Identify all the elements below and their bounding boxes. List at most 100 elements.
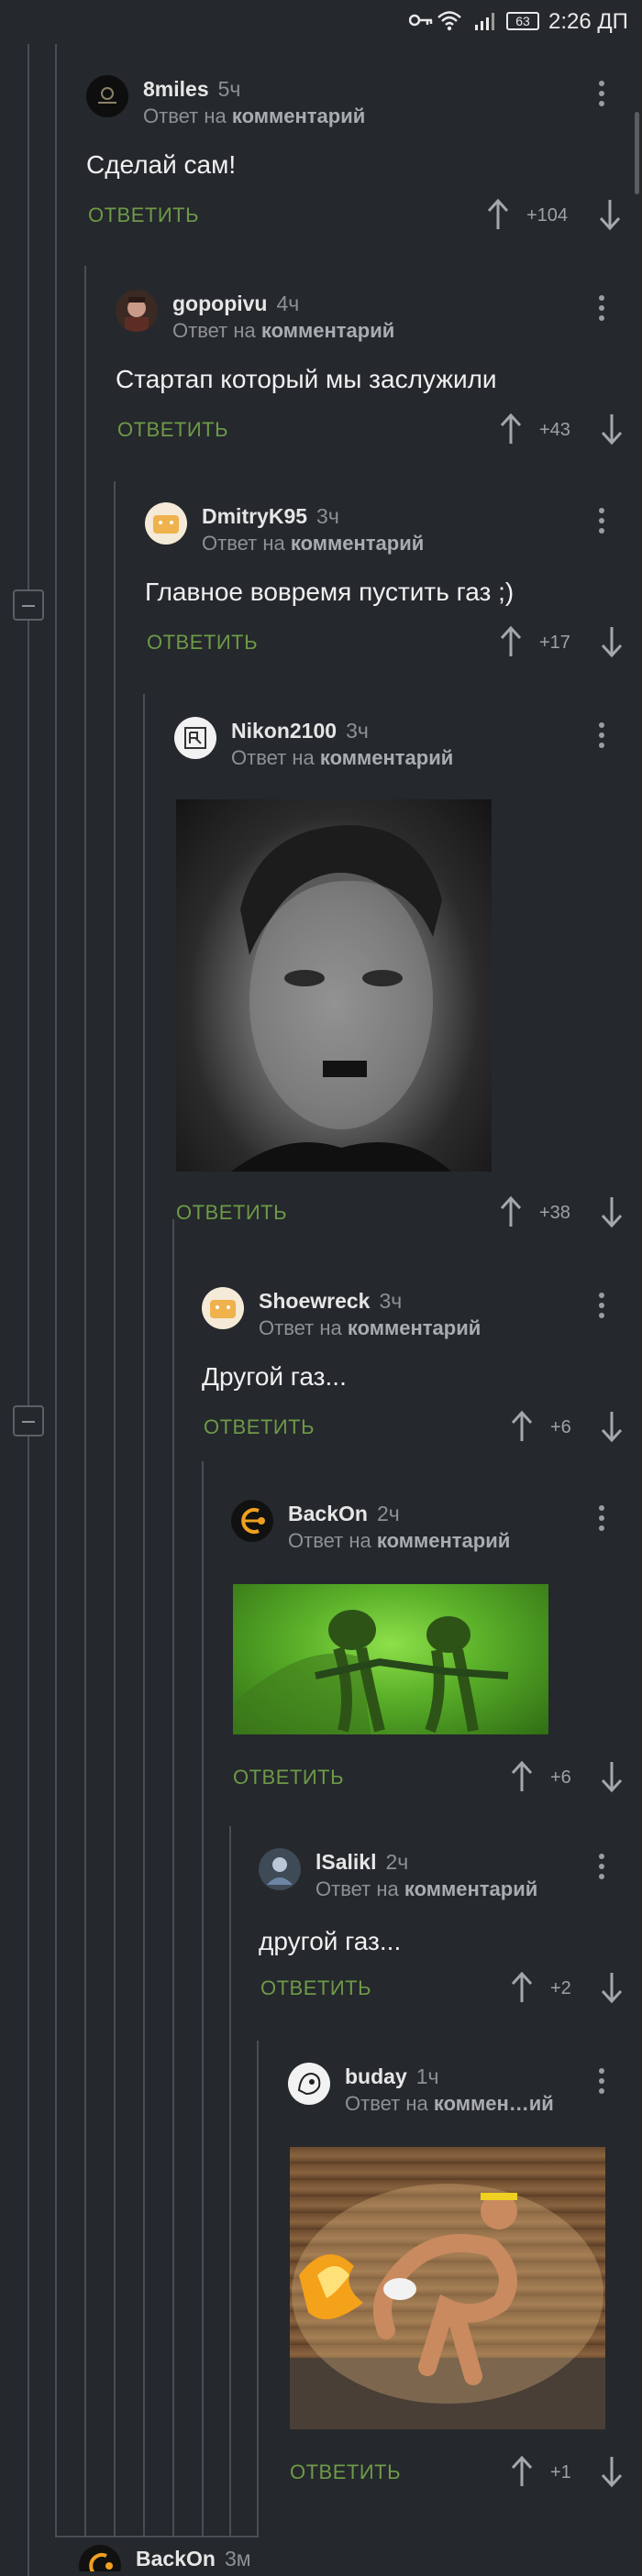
author-name[interactable]: Shoewreck 3ч xyxy=(259,1289,402,1314)
vote-control: +104 xyxy=(486,198,624,235)
score: +17 xyxy=(539,633,570,653)
reply-prefix: Ответ на xyxy=(288,1529,371,1552)
reply-prefix: Ответ на xyxy=(315,1877,399,1900)
arrow-down-icon[interactable] xyxy=(600,1760,624,1793)
score: +1 xyxy=(550,2462,571,2482)
avatar[interactable] xyxy=(86,75,128,117)
reply-target: комментарий xyxy=(376,1529,511,1552)
vote-control: +2 xyxy=(510,1971,629,2008)
score: +6 xyxy=(550,1767,571,1788)
avatar[interactable] xyxy=(145,502,187,545)
reply-button[interactable]: ОТВЕТИТЬ xyxy=(260,1976,371,2000)
kebab-menu-icon[interactable] xyxy=(598,295,605,326)
timestamp: 4ч xyxy=(276,292,300,315)
author-label: BackOn xyxy=(288,1502,368,1525)
wifi-icon xyxy=(437,11,461,31)
comment-image[interactable] xyxy=(176,799,492,1172)
reply-button[interactable]: ОТВЕТИТЬ xyxy=(176,1201,287,1225)
thread-line-4 xyxy=(143,694,145,2537)
timestamp: 2ч xyxy=(385,1850,409,1874)
arrow-up-icon[interactable] xyxy=(510,1760,534,1793)
kebab-menu-icon[interactable] xyxy=(598,81,605,112)
reply-to-link[interactable]: Ответ на комментарий xyxy=(231,746,453,770)
thread-line-5 xyxy=(172,1219,174,2537)
comment-image[interactable] xyxy=(233,1584,548,1734)
thread-line-6 xyxy=(202,1461,204,2537)
kebab-menu-icon[interactable] xyxy=(598,1854,605,1885)
reply-button[interactable]: ОТВЕТИТЬ xyxy=(117,418,228,442)
clock: 2:26 ДП xyxy=(548,9,628,34)
avatar[interactable] xyxy=(259,1848,301,1890)
arrow-up-icon[interactable] xyxy=(510,2455,534,2488)
arrow-down-icon[interactable] xyxy=(600,625,624,658)
author-label: 8miles xyxy=(143,77,209,101)
author-name[interactable]: BackOn 3м xyxy=(136,2547,251,2571)
score: +104 xyxy=(526,205,569,226)
reply-button[interactable]: ОТВЕТИТЬ xyxy=(88,204,199,227)
reply-button[interactable]: ОТВЕТИТЬ xyxy=(204,1415,315,1439)
scrollbar[interactable] xyxy=(635,112,639,194)
timestamp: 3ч xyxy=(346,719,369,743)
avatar[interactable] xyxy=(202,1287,244,1329)
author-name[interactable]: gopopivu 4ч xyxy=(172,292,299,316)
arrow-up-icon[interactable] xyxy=(510,1410,534,1443)
arrow-down-icon[interactable] xyxy=(600,1410,624,1443)
kebab-menu-icon[interactable] xyxy=(598,1505,605,1536)
author-name[interactable]: DmitryK95 3ч xyxy=(202,504,339,529)
avatar[interactable] xyxy=(231,1500,273,1542)
comment-image[interactable] xyxy=(290,2147,605,2429)
reply-button[interactable]: ОТВЕТИТЬ xyxy=(290,2460,401,2484)
arrow-down-icon[interactable] xyxy=(600,1971,624,2004)
reply-button[interactable]: ОТВЕТИТЬ xyxy=(233,1766,344,1789)
thread-line-1 xyxy=(55,44,57,2537)
reply-prefix: Ответ на xyxy=(143,105,227,127)
reply-to-link[interactable]: Ответ на комментарий xyxy=(288,1529,510,1553)
avatar[interactable] xyxy=(288,2063,330,2105)
reply-prefix: Ответ на xyxy=(172,319,256,342)
status-bar: 63 2:26 ДП xyxy=(0,0,642,44)
arrow-down-icon[interactable] xyxy=(600,1195,624,1228)
arrow-down-icon[interactable] xyxy=(600,413,624,446)
avatar[interactable] xyxy=(79,2545,121,2571)
kebab-menu-icon[interactable] xyxy=(598,1293,605,1324)
arrow-up-icon[interactable] xyxy=(486,198,510,231)
author-name[interactable]: BackOn 2ч xyxy=(288,1502,400,1526)
author-name[interactable]: buday 1ч xyxy=(345,2064,439,2089)
comment: buday 1ч Ответ на коммен…ий ОТВЕТИТЬ +1 xyxy=(288,2063,627,2493)
kebab-menu-icon[interactable] xyxy=(598,2068,605,2099)
reply-button[interactable]: ОТВЕТИТЬ xyxy=(147,631,258,655)
avatar[interactable] xyxy=(174,717,216,759)
kebab-menu-icon[interactable] xyxy=(598,722,605,754)
arrow-down-icon[interactable] xyxy=(600,2455,624,2488)
thread-line-8 xyxy=(257,2041,259,2537)
arrow-down-icon[interactable] xyxy=(598,198,622,231)
reply-to-link[interactable]: Ответ на комментарий xyxy=(315,1877,537,1901)
comment: Nikon2100 3ч Ответ на комментарий ОТВЕТИТ… xyxy=(174,717,627,1230)
author-label: lSalikl xyxy=(315,1850,377,1874)
author-label: Nikon2100 xyxy=(231,719,338,743)
arrow-up-icon[interactable] xyxy=(510,1971,534,2004)
collapse-thread-button[interactable] xyxy=(13,1405,44,1437)
author-name[interactable]: Nikon2100 3ч xyxy=(231,719,369,743)
reply-target: комментарий xyxy=(260,319,395,342)
arrow-up-icon[interactable] xyxy=(499,1195,523,1228)
timestamp: 3ч xyxy=(316,504,339,528)
reply-to-link[interactable]: Ответ на комментарий xyxy=(259,1316,481,1340)
kebab-menu-icon[interactable] xyxy=(598,508,605,539)
comment: gopopivu 4ч Ответ на комментарий Стартап … xyxy=(116,290,627,455)
author-name[interactable]: lSalikl 2ч xyxy=(315,1850,408,1875)
reply-to-link[interactable]: Ответ на комментарий xyxy=(202,532,424,556)
reply-to-link[interactable]: Ответ на комментарий xyxy=(172,319,394,343)
arrow-up-icon[interactable] xyxy=(499,625,523,658)
avatar[interactable] xyxy=(116,290,158,332)
author-name[interactable]: 8miles 5ч xyxy=(143,77,240,102)
thread-line-0 xyxy=(28,44,29,2576)
arrow-up-icon[interactable] xyxy=(499,413,523,446)
reply-to-link[interactable]: Ответ на комментарий xyxy=(143,105,365,128)
reply-target: комментарий xyxy=(404,1877,538,1900)
author-label: BackOn xyxy=(136,2547,216,2570)
score: +6 xyxy=(550,1417,571,1437)
collapse-thread-button[interactable] xyxy=(13,589,44,621)
battery-level: 63 xyxy=(515,14,530,28)
reply-to-link[interactable]: Ответ на коммен…ий xyxy=(345,2092,554,2116)
